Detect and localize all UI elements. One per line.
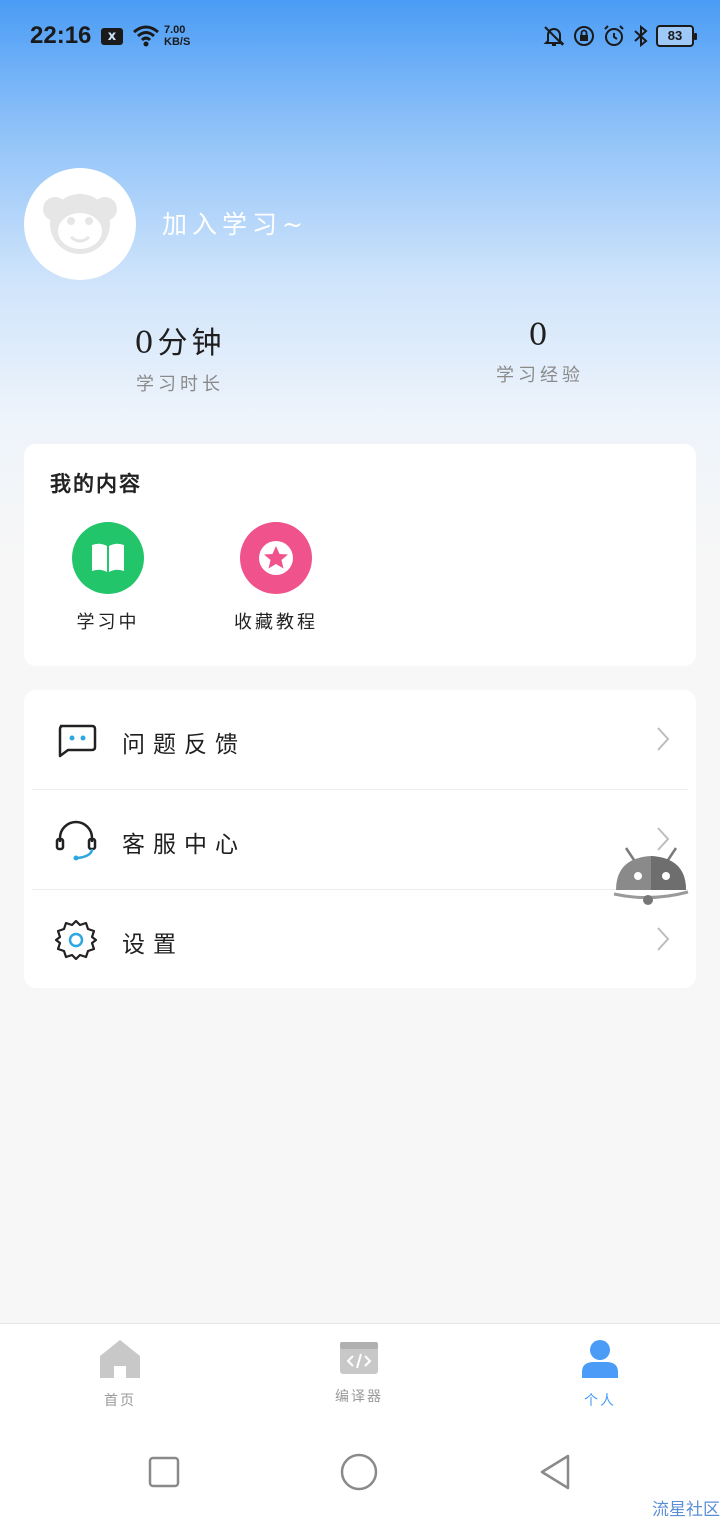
shortcut-label: 收藏教程 (234, 612, 318, 633)
android-robot-icon[interactable] (610, 846, 692, 912)
menu-label: 问题反馈 (122, 732, 246, 758)
chevron-right-icon (656, 926, 670, 956)
stat-study-time: 0分钟 学习时长 (80, 318, 280, 396)
card-title: 我的内容 (50, 471, 142, 496)
network-speed: 7.00 KB/S (164, 24, 191, 48)
menu-item-feedback[interactable]: 问题反馈 (24, 690, 696, 790)
star-icon (240, 522, 312, 594)
back-button[interactable] (538, 1453, 572, 1495)
home-button[interactable] (340, 1453, 378, 1495)
status-icons: 83 (542, 24, 697, 48)
learning-shortcut[interactable]: 学习中 (48, 522, 168, 634)
join-learning-link[interactable]: 加入学习~ (162, 205, 308, 241)
stat-label: 学习经验 (496, 365, 584, 386)
menu-item-customer-service[interactable]: 客服中心 (24, 790, 696, 890)
rotation-lock-icon (572, 24, 596, 48)
bluetooth-icon (632, 24, 650, 48)
notification-badge: x (101, 28, 123, 45)
shortcut-label: 学习中 (76, 612, 140, 633)
book-icon (72, 522, 144, 594)
monkey-avatar-icon (43, 194, 117, 254)
menu-item-settings[interactable]: 设置 (24, 890, 696, 990)
avatar[interactable] (24, 168, 136, 280)
system-navigation: 流星社区 (0, 1423, 720, 1520)
chevron-right-icon (656, 726, 670, 756)
status-time: 22:16 (30, 22, 92, 49)
gear-icon (54, 918, 98, 962)
person-icon (582, 1340, 618, 1378)
nav-label: 首页 (104, 1393, 136, 1409)
favorites-shortcut[interactable]: 收藏教程 (216, 522, 336, 634)
home-icon (100, 1340, 140, 1378)
recent-apps-button[interactable] (148, 1456, 180, 1492)
nav-profile[interactable]: 个人 (540, 1338, 660, 1410)
menu-label: 客服中心 (122, 832, 246, 858)
nav-label: 编译器 (335, 1389, 383, 1405)
stat-label: 学习时长 (136, 374, 224, 395)
alarm-icon (602, 24, 626, 48)
nav-home[interactable]: 首页 (60, 1338, 180, 1410)
nav-label: 个人 (584, 1393, 616, 1409)
code-icon (340, 1342, 378, 1374)
stat-value: 0分钟 (134, 326, 226, 361)
bell-muted-icon (542, 24, 566, 48)
stat-experience: 0 学习经验 (440, 318, 640, 387)
bottom-navigation: 首页 编译器 个人 (0, 1323, 720, 1423)
wifi-icon (132, 25, 160, 51)
watermark-text: 流星社区 (652, 1500, 720, 1520)
battery-indicator: 83 (656, 25, 697, 47)
my-content-card: 我的内容 学习中 收藏教程 (24, 444, 696, 666)
status-bar: 22:16 x 7.00 KB/S 83 (0, 0, 720, 72)
headset-icon (54, 818, 98, 862)
menu-card: 问题反馈 客服中心 设置 (24, 690, 696, 988)
menu-label: 设置 (122, 932, 184, 958)
nav-compiler[interactable]: 编译器 (299, 1338, 419, 1406)
chat-bubble-icon (54, 718, 98, 762)
stat-value: 0 (528, 318, 552, 353)
